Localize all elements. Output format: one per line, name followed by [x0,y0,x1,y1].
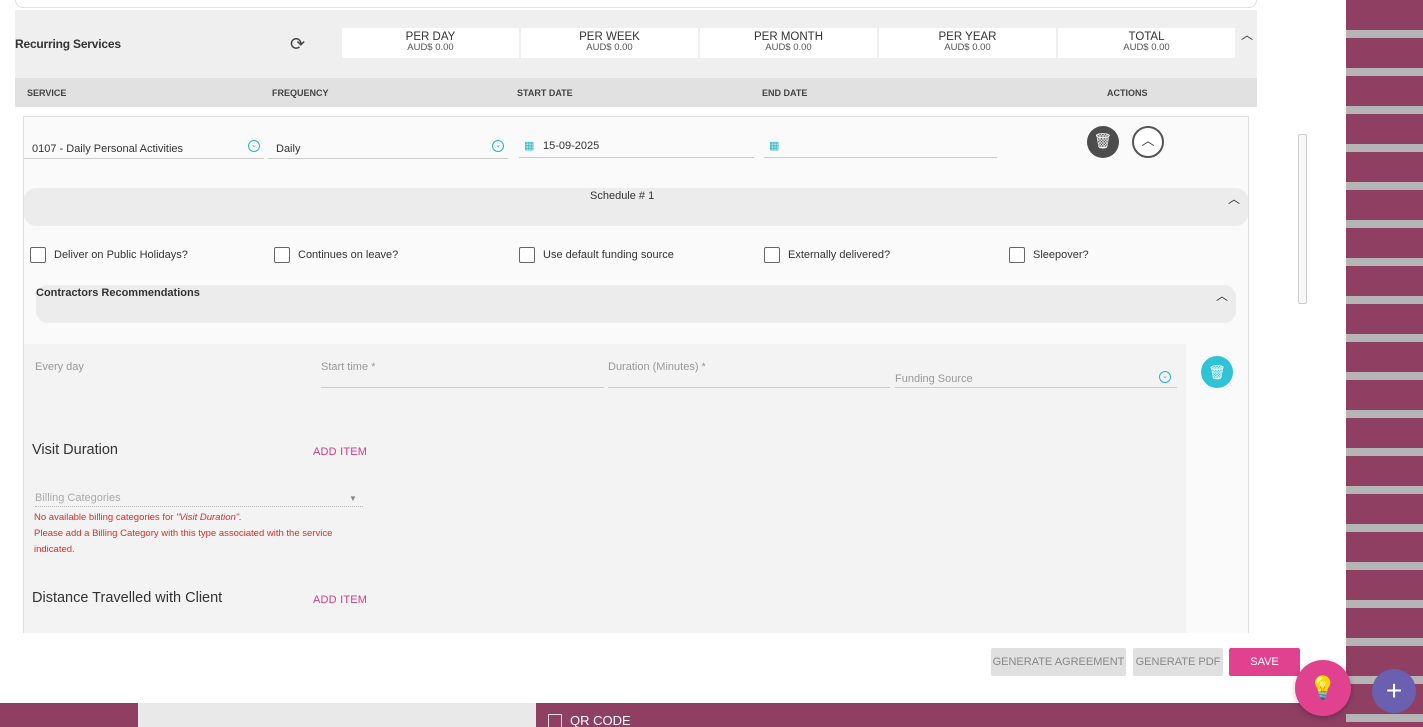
service-agreement-modal: Recurring Services ⟳ PER DAY AUD$ 0.00 P… [0,0,1346,703]
chevron-down-icon: ⌄ [492,140,504,152]
chevron-down-icon[interactable]: ⌄ [1159,371,1171,383]
duration-underline [608,387,890,388]
chevron-up-icon[interactable]: ︿ [1228,190,1240,207]
contractors-title: Contractors Recommendations [36,287,200,299]
col-start-date: START DATE [517,88,573,98]
total-value: AUD$ 0.00 [586,42,633,53]
checkbox-continues-on-leave[interactable]: Continues on leave? [274,247,398,263]
background-bottom-bar: QR CODE [0,703,1346,727]
generate-pdf-button[interactable]: GENERATE PDF [1133,648,1223,676]
schedule-title: Schedule # 1 [590,190,655,202]
checkbox-box[interactable] [519,247,535,263]
col-end-date: END DATE [762,88,808,98]
collapse-recurring-chevron-up-icon[interactable]: ︿ [1241,26,1253,43]
qr-checkbox [548,713,562,727]
frequency-select[interactable]: Daily ⌄ [268,135,508,159]
total-per-month: PER MONTH AUD$ 0.00 [700,28,877,58]
checkbox-label: Sleepover? [1033,249,1089,261]
calendar-icon: ▦ [524,140,535,152]
distance-travelled-title: Distance Travelled with Client [32,590,223,606]
services-table-header: SERVICE FREQUENCY START DATE END DATE AC… [15,78,1257,107]
checkbox-public-holidays[interactable]: Deliver on Public Holidays? [30,247,188,263]
service-row: 0107 - Daily Personal Activities ⌄ Daily… [23,116,1249,633]
background-panel [138,703,536,727]
checkbox-box[interactable] [1009,247,1025,263]
chevron-up-icon[interactable]: ︿ [1216,287,1228,304]
visit-duration-add-item-button[interactable]: ADD ITEM [313,446,367,458]
checkbox-label: Continues on leave? [298,249,399,261]
delete-service-button[interactable]: 🗑 [1087,126,1119,158]
checkbox-sleepover[interactable]: Sleepover? [1009,247,1089,263]
recurring-services-title: Recurring Services [15,37,121,51]
checkbox-box[interactable] [274,247,290,263]
total-overall: TOTAL AUD$ 0.00 [1058,28,1235,58]
start-date-value: 15-09-2025 [543,140,600,152]
frequency-value: Daily [276,143,301,155]
checkbox-label: Externally delivered? [788,249,891,261]
chevron-up-icon: ︿ [1141,133,1155,148]
error-text: No available billing categories for [34,512,177,523]
lightbulb-fab-button[interactable]: 💡 [1295,660,1351,716]
previous-section-edge [15,0,1257,8]
checkbox-externally-delivered[interactable]: Externally delivered? [764,247,890,263]
duration-input[interactable]: Duration (Minutes) * [608,361,706,373]
qr-code-option: QR CODE [548,713,631,727]
scrollbar[interactable] [1298,134,1307,304]
modal-scroll-area: Recurring Services ⟳ PER DAY AUD$ 0.00 P… [0,0,1300,633]
distance-add-item-button[interactable]: ADD ITEM [313,594,367,606]
total-per-year: PER YEAR AUD$ 0.00 [879,28,1056,58]
total-value: AUD$ 0.00 [765,42,812,53]
checkbox-box[interactable] [30,247,46,263]
start-date-field[interactable]: ▦ 15-09-2025 [519,134,754,158]
start-time-input[interactable]: Start time * [321,361,375,373]
funding-source-select[interactable]: Funding Source [895,373,973,385]
total-value: AUD$ 0.00 [944,42,991,53]
refresh-icon[interactable]: ⟳ [290,34,305,55]
billing-error-message: No available billing categories for "Vis… [34,510,364,558]
col-service: SERVICE [27,88,67,98]
trash-icon: 🗑 [1093,133,1113,150]
total-value: AUD$ 0.00 [407,42,454,53]
billing-underline [35,506,363,507]
start-time-underline [321,387,604,388]
qr-label: QR CODE [570,713,631,727]
dropdown-arrow-icon[interactable]: ▼ [349,494,357,503]
recurring-services-header: Recurring Services ⟳ PER DAY AUD$ 0.00 P… [15,10,1257,78]
end-date-field[interactable]: ▦ [764,134,997,158]
col-actions: ACTIONS [1107,88,1148,98]
totals-summary: PER DAY AUD$ 0.00 PER WEEK AUD$ 0.00 PER… [342,28,1235,58]
delete-schedule-button[interactable]: 🗑 [1201,356,1233,388]
error-emphasis: "Visit Duration". [176,512,242,523]
total-value: AUD$ 0.00 [1123,42,1170,53]
schedule-detail-panel: Every day Start time * Duration (Minutes… [24,344,1186,633]
checkbox-label: Use default funding source [543,249,674,261]
save-button[interactable]: SAVE [1229,648,1300,676]
billing-categories-select[interactable]: Billing Categories [35,492,121,504]
trash-icon: 🗑 [1208,364,1226,380]
background-stripes [1346,0,1423,727]
schedule-header[interactable]: Schedule # 1 ︿ [24,188,1248,226]
lightbulb-icon: 💡 [1309,675,1337,700]
calendar-icon: ▦ [769,140,780,152]
collapse-row-button[interactable]: ︿ [1132,126,1164,158]
service-value: 0107 - Daily Personal Activities [32,143,184,155]
col-frequency: FREQUENCY [272,88,329,98]
error-text: Please add a Billing Category with this … [34,528,333,555]
checkbox-box[interactable] [764,247,780,263]
checkbox-default-funding[interactable]: Use default funding source [519,247,674,263]
total-per-day: PER DAY AUD$ 0.00 [342,28,519,58]
every-day-label: Every day [35,361,84,373]
funding-source-underline [895,387,1177,388]
checkbox-label: Deliver on Public Holidays? [54,249,188,261]
contractors-recommendations-header[interactable]: Contractors Recommendations ︿ [36,285,1236,323]
service-select[interactable]: 0107 - Daily Personal Activities ⌄ [24,135,264,159]
modal-footer: GENERATE AGREEMENT GENERATE PDF SAVE [0,633,1346,703]
plus-icon: + [1385,675,1403,706]
chevron-down-icon: ⌄ [248,140,260,152]
add-fab-button[interactable]: + [1372,669,1416,713]
total-per-week: PER WEEK AUD$ 0.00 [521,28,698,58]
visit-duration-title: Visit Duration [32,442,118,458]
generate-agreement-button[interactable]: GENERATE AGREEMENT [991,648,1126,676]
